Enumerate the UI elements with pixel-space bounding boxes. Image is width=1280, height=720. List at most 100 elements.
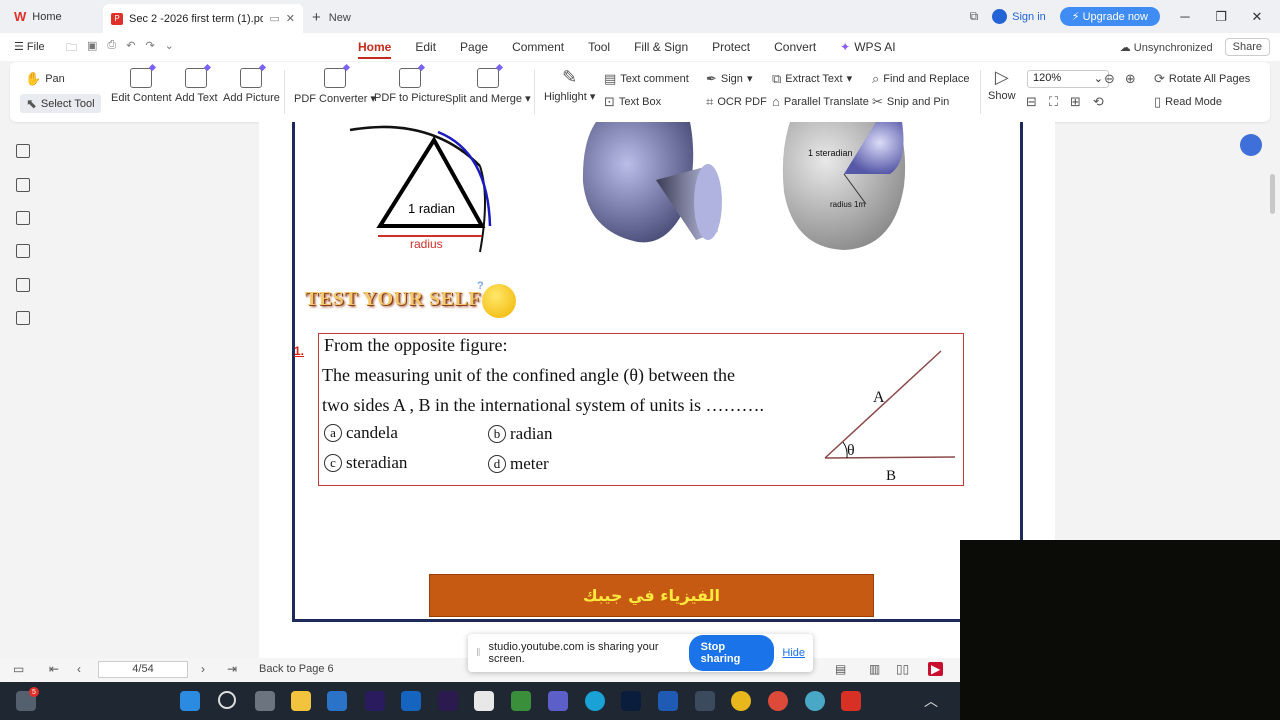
hide-link[interactable]: Hide: [782, 647, 805, 659]
add-picture-button[interactable]: Add Picture: [223, 68, 280, 104]
continuous-icon[interactable]: ▥: [869, 662, 880, 676]
sync-status[interactable]: ☁ Unsynchronized: [1120, 41, 1213, 54]
layers-icon[interactable]: [16, 311, 30, 325]
scrollbar[interactable]: [1270, 174, 1275, 214]
split-merge-icon: [476, 68, 499, 88]
new-tab-button[interactable]: + New: [312, 9, 351, 26]
stop-sharing-button[interactable]: Stop sharing: [688, 635, 775, 671]
redo-icon[interactable]: ↷: [145, 39, 154, 58]
sign-button[interactable]: ✒ Sign ▾: [706, 72, 752, 85]
tab-edit[interactable]: Edit: [403, 33, 448, 61]
chrome-profile-icon[interactable]: [768, 691, 788, 711]
tab-document[interactable]: P Sec 2 -2026 first term (1).pdf ▭ ✕: [103, 4, 303, 33]
pan-tool[interactable]: ✋ Pan: [25, 72, 65, 85]
tab-convert[interactable]: Convert: [762, 33, 828, 61]
zoom-out-icon[interactable]: ⊖: [1104, 72, 1115, 85]
page-number-input[interactable]: 4/54: [98, 661, 188, 678]
tab-protect[interactable]: Protect: [700, 33, 762, 61]
chevron-up-icon[interactable]: ︿: [921, 691, 941, 711]
wps-office-icon[interactable]: [841, 691, 861, 711]
app-icon[interactable]: [511, 691, 531, 711]
chrome-icon[interactable]: [731, 691, 751, 711]
task-view-icon[interactable]: [255, 691, 275, 711]
save-icon[interactable]: ▣: [87, 39, 97, 58]
ocr-pdf-button[interactable]: ⌗ OCR PDF: [706, 95, 767, 108]
actual-size-icon[interactable]: ⊟: [1026, 95, 1037, 108]
attachment-icon[interactable]: [16, 244, 30, 258]
open-folder-icon[interactable]: 🗀: [66, 39, 77, 58]
window-mode-icon[interactable]: ⧉: [970, 9, 979, 24]
text-box-button[interactable]: ⊡ Text Box: [604, 95, 661, 108]
after-effects-icon[interactable]: [438, 691, 458, 711]
tab-wps-ai[interactable]: ✦ WPS AI: [828, 33, 907, 61]
undo-icon[interactable]: ↶: [126, 39, 135, 58]
teams-icon[interactable]: [548, 691, 568, 711]
thumbnails-icon[interactable]: [16, 178, 30, 192]
tab-label: Convert: [774, 40, 817, 54]
drag-handle-icon[interactable]: ‖: [476, 647, 481, 659]
pdf-converter-button[interactable]: PDF Converter ▾: [294, 68, 376, 105]
photoshop-icon[interactable]: [621, 691, 641, 711]
comments-icon[interactable]: [16, 211, 30, 225]
tab-tool[interactable]: Tool: [576, 33, 622, 61]
text-comment-button[interactable]: ▤ Text comment: [604, 72, 689, 85]
restore-button[interactable]: ❐: [1210, 9, 1232, 25]
next-page-icon[interactable]: ›: [201, 662, 205, 676]
fit-page-icon[interactable]: ⛶: [1049, 95, 1058, 108]
fit-width-icon[interactable]: ⊞: [1070, 95, 1081, 108]
back-to-page-link[interactable]: Back to Page 6: [259, 663, 334, 675]
pdf-to-picture-button[interactable]: PDF to Picture: [374, 68, 446, 104]
sign-in-button[interactable]: Sign in: [992, 9, 1046, 24]
zoom-in-icon[interactable]: ⊕: [1125, 72, 1136, 85]
show-button[interactable]: ▷ Show: [988, 68, 1016, 102]
extract-text-button[interactable]: ⧉ Extract Text ▾: [772, 72, 852, 85]
outlook-icon[interactable]: [401, 691, 421, 711]
bookmark-icon[interactable]: [16, 144, 30, 158]
edit-content-button[interactable]: Edit Content: [111, 68, 172, 104]
tab-page[interactable]: Page: [448, 33, 500, 61]
find-replace-button[interactable]: ⌕ Find and Replace: [872, 72, 970, 85]
close-tab-icon[interactable]: ✕: [286, 12, 295, 25]
signature-icon[interactable]: [16, 278, 30, 292]
search-icon[interactable]: [218, 691, 236, 709]
rotate-icon[interactable]: ⟲: [1093, 95, 1104, 108]
split-merge-button[interactable]: Split and Merge ▾: [445, 68, 531, 105]
share-button[interactable]: Share: [1224, 38, 1270, 56]
close-window-button[interactable]: ✕: [1246, 9, 1268, 25]
start-icon[interactable]: [180, 691, 200, 711]
edge-icon[interactable]: [585, 691, 605, 711]
file-menu[interactable]: ☰ File: [14, 40, 45, 53]
tab-comment[interactable]: Comment: [500, 33, 576, 61]
parallel-translate-button[interactable]: ⌂ Parallel Translate: [772, 95, 869, 108]
tab-home-menu[interactable]: Home: [346, 33, 403, 61]
capcut-icon[interactable]: [474, 691, 494, 711]
single-page-icon[interactable]: ▤: [835, 662, 846, 676]
minimize-button[interactable]: ─: [1174, 9, 1196, 24]
rotate-all-button[interactable]: ⟳ Rotate All Pages: [1154, 72, 1250, 85]
add-text-button[interactable]: Add Text: [175, 68, 218, 104]
record-icon[interactable]: ▶: [928, 662, 944, 676]
chevron-down-icon[interactable]: ⌄: [165, 39, 174, 58]
word-icon[interactable]: [658, 691, 678, 711]
notes-icon[interactable]: [695, 691, 715, 711]
tab-home[interactable]: W Home: [0, 0, 76, 33]
ai-assistant-icon[interactable]: [1240, 134, 1262, 156]
last-page-icon[interactable]: ⇥: [227, 662, 237, 676]
snip-pin-button[interactable]: ✂ Snip and Pin: [872, 95, 949, 108]
zoom-select[interactable]: 120% ⌄: [1027, 70, 1109, 88]
monitor-icon[interactable]: ▭: [269, 12, 279, 25]
upgrade-button[interactable]: ⚡ Upgrade now: [1059, 7, 1160, 26]
two-page-icon[interactable]: ▯▯: [896, 662, 909, 676]
select-tool[interactable]: ⬉ Select Tool: [20, 94, 101, 113]
highlight-button[interactable]: ✎ Highlight ▾: [544, 68, 595, 103]
prev-page-icon[interactable]: ‹: [77, 662, 81, 676]
sidebar-toggle-icon[interactable]: ▭: [13, 662, 24, 676]
browser-icon[interactable]: [805, 691, 825, 711]
read-mode-button[interactable]: ▯ Read Mode: [1154, 95, 1222, 108]
tab-fill-sign[interactable]: Fill & Sign: [622, 33, 700, 61]
print-icon[interactable]: ⎙: [107, 39, 116, 58]
store-icon[interactable]: [327, 691, 347, 711]
file-explorer-icon[interactable]: [291, 691, 311, 711]
premiere-icon[interactable]: [365, 691, 385, 711]
first-page-icon[interactable]: ⇤: [49, 662, 59, 676]
